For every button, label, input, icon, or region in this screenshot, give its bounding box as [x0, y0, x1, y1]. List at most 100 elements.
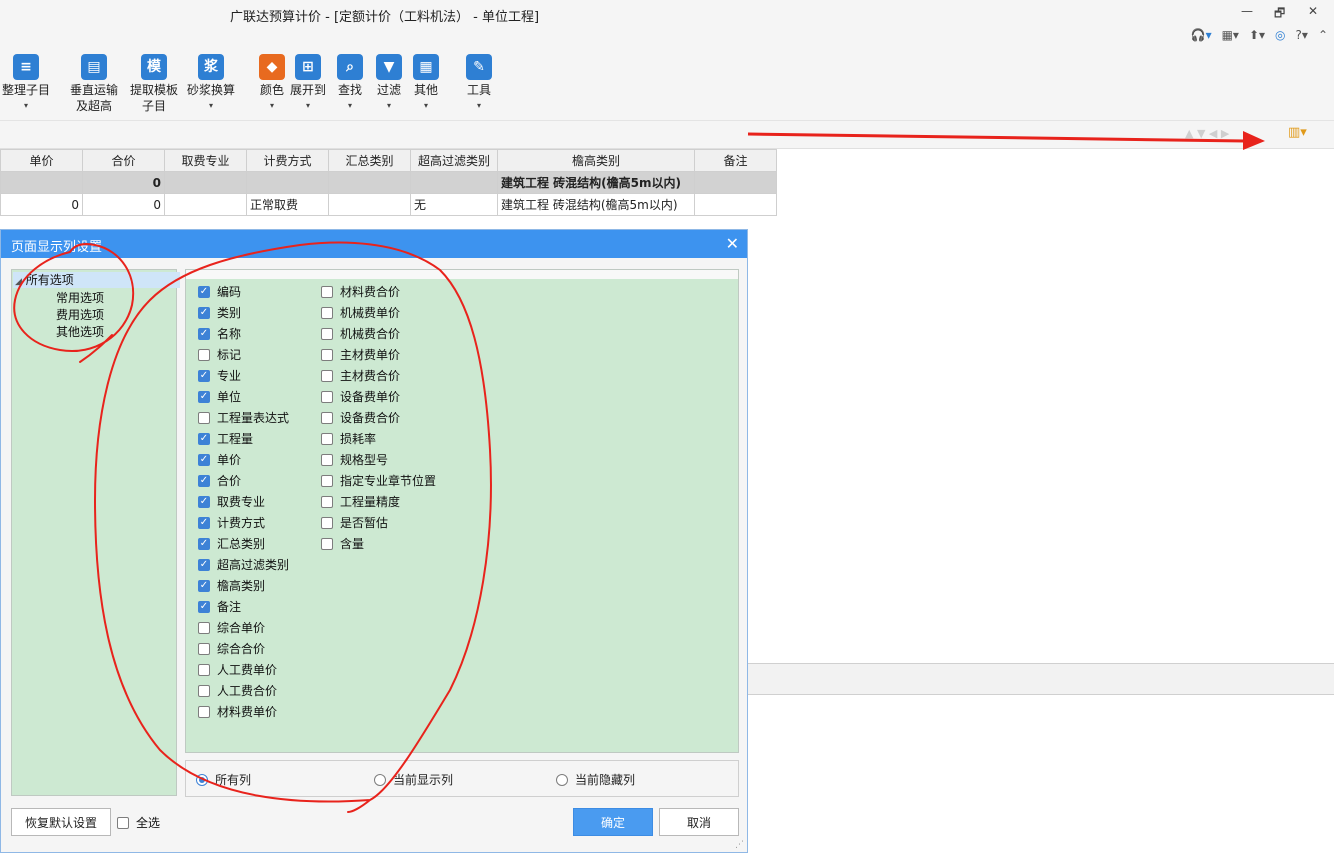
help-icon[interactable]: ?▾ [1296, 28, 1308, 42]
unchecked-box[interactable] [321, 432, 333, 445]
service-icon[interactable]: ◎ [1275, 28, 1285, 42]
dropdown-arrow-icon[interactable]: ▾ [413, 98, 439, 114]
column-header[interactable]: 备注 [694, 149, 777, 172]
checked-icon[interactable]: ✓ [198, 432, 210, 445]
unchecked-box[interactable] [321, 474, 333, 487]
close-window-button[interactable]: ✕ [1308, 4, 1318, 18]
unchecked-box[interactable] [321, 369, 333, 382]
column-checkbox[interactable]: 标记 [198, 346, 241, 363]
unchecked-box[interactable] [321, 537, 333, 550]
dropdown-arrow-icon[interactable]: ▾ [337, 98, 363, 114]
column-checkbox[interactable]: 主材费单价 [321, 346, 400, 363]
table-cell[interactable]: 0 [82, 171, 165, 194]
table-cell[interactable]: 0 [82, 193, 165, 216]
column-checkbox[interactable]: ✓ 备注 [198, 598, 241, 615]
column-checkbox[interactable]: 材料费单价 [198, 703, 277, 720]
table-cell[interactable]: 建筑工程 砖混结构(檐高5m以内) [497, 193, 695, 216]
column-checkbox[interactable]: 是否暂估 [321, 514, 388, 531]
unchecked-box[interactable] [321, 495, 333, 508]
ribbon-button[interactable]: ◆ 颜色 ▾ [259, 54, 285, 114]
collapse-arrow-icon[interactable]: ◢ [15, 277, 22, 287]
unchecked-box[interactable] [321, 306, 333, 319]
tree-node-common[interactable]: 常用选项 [54, 289, 106, 306]
checked-icon[interactable]: ✓ [198, 558, 210, 571]
column-checkbox[interactable]: ✓ 工程量 [198, 430, 253, 447]
column-checkbox[interactable]: 工程量表达式 [198, 409, 289, 426]
checked-icon[interactable]: ✓ [198, 516, 210, 529]
ribbon-button[interactable]: ▦ 其他 ▾ [413, 54, 439, 114]
radio-option[interactable]: 所有列 [196, 771, 251, 788]
radio-selected-icon[interactable] [196, 773, 208, 786]
column-checkbox[interactable]: ✓ 类别 [198, 304, 241, 321]
resize-grip-icon[interactable]: ⋰ [735, 840, 744, 850]
column-header[interactable]: 汇总类别 [328, 149, 411, 172]
minimize-button[interactable]: — [1241, 4, 1253, 18]
unchecked-box[interactable] [198, 663, 210, 676]
checked-icon[interactable]: ✓ [198, 285, 210, 298]
column-checkbox[interactable]: 设备费合价 [321, 409, 400, 426]
checked-icon[interactable]: ✓ [198, 390, 210, 403]
checked-icon[interactable]: ✓ [198, 537, 210, 550]
unchecked-box[interactable] [198, 705, 210, 718]
column-checkbox[interactable]: ✓ 单位 [198, 388, 241, 405]
column-checkbox[interactable]: ✓ 汇总类别 [198, 535, 265, 552]
table-cell[interactable] [328, 171, 411, 194]
checked-icon[interactable]: ✓ [198, 369, 210, 382]
column-checkbox[interactable]: 指定专业章节位置 [321, 472, 436, 489]
tree-node-other[interactable]: 其他选项 [54, 323, 106, 340]
table-cell[interactable] [0, 171, 83, 194]
ribbon-button[interactable]: ⌕ 查找 ▾ [337, 54, 363, 114]
ok-button[interactable]: 确定 [573, 808, 653, 836]
column-checkbox[interactable]: ✓ 檐高类别 [198, 577, 265, 594]
column-checkbox[interactable]: ✓ 编码 [198, 283, 241, 300]
column-checkbox[interactable]: 主材费合价 [321, 367, 400, 384]
table-cell[interactable] [694, 193, 777, 216]
column-checkbox[interactable]: ✓ 超高过滤类别 [198, 556, 289, 573]
column-header[interactable]: 单价 [0, 149, 83, 172]
dropdown-arrow-icon[interactable]: ▾ [376, 98, 402, 114]
radio-empty-icon[interactable] [556, 773, 568, 786]
column-checkbox[interactable]: ✓ 单价 [198, 451, 241, 468]
restore-default-button[interactable]: 恢复默认设置 [11, 808, 111, 836]
ribbon-button[interactable]: ⊞ 展开到 ▾ [290, 54, 326, 114]
column-checkbox[interactable]: 机械费合价 [321, 325, 400, 342]
table-row[interactable]: 0 0 正常取费 无 建筑工程 砖混结构(檐高5m以内) [0, 193, 777, 216]
column-checkbox[interactable]: 规格型号 [321, 451, 388, 468]
column-checkbox[interactable]: ✓ 取费专业 [198, 493, 265, 510]
select-all-checkbox[interactable]: 全选 [117, 814, 160, 831]
checked-icon[interactable]: ✓ [198, 474, 210, 487]
checked-icon[interactable]: ✓ [198, 327, 210, 340]
column-checkbox[interactable]: 含量 [321, 535, 364, 552]
radio-option[interactable]: 当前隐藏列 [556, 771, 635, 788]
unchecked-box[interactable] [321, 285, 333, 298]
column-checkbox[interactable]: ✓ 专业 [198, 367, 241, 384]
ribbon-button[interactable]: 模提取模板 子目 [130, 54, 178, 114]
grid-icon[interactable]: ▦▾ [1222, 28, 1239, 42]
column-checkbox[interactable]: 工程量精度 [321, 493, 400, 510]
dropdown-arrow-icon[interactable]: ▾ [466, 98, 492, 114]
headset-icon[interactable]: 🎧▾ [1191, 28, 1212, 42]
column-header[interactable]: 计费方式 [246, 149, 329, 172]
table-cell[interactable] [164, 171, 247, 194]
column-checkbox[interactable]: 设备费单价 [321, 388, 400, 405]
table-cell[interactable] [328, 193, 411, 216]
column-checkbox[interactable]: 机械费单价 [321, 304, 400, 321]
table-cell[interactable]: 无 [410, 193, 498, 216]
unchecked-box[interactable] [321, 453, 333, 466]
table-cell[interactable] [694, 171, 777, 194]
ribbon-button[interactable]: 浆砂浆换算 ▾ [187, 54, 235, 114]
column-checkbox[interactable]: 综合单价 [198, 619, 265, 636]
table-cell[interactable]: 0 [0, 193, 83, 216]
unchecked-box[interactable] [198, 684, 210, 697]
checkbox-box[interactable] [117, 816, 129, 829]
column-checkbox[interactable]: 人工费合价 [198, 682, 277, 699]
column-checkbox[interactable]: 损耗率 [321, 430, 376, 447]
collapse-icon[interactable]: ⌃ [1318, 28, 1328, 42]
dropdown-arrow-icon[interactable]: ▾ [290, 98, 326, 114]
column-header[interactable]: 檐高类别 [497, 149, 695, 172]
tree-node-all[interactable]: ◢ 所有选项 [13, 272, 180, 288]
column-header[interactable]: 超高过滤类别 [410, 149, 498, 172]
table-cell[interactable]: 建筑工程 砖混结构(檐高5m以内) [497, 171, 695, 194]
column-checkbox[interactable]: 综合合价 [198, 640, 265, 657]
checked-icon[interactable]: ✓ [198, 579, 210, 592]
